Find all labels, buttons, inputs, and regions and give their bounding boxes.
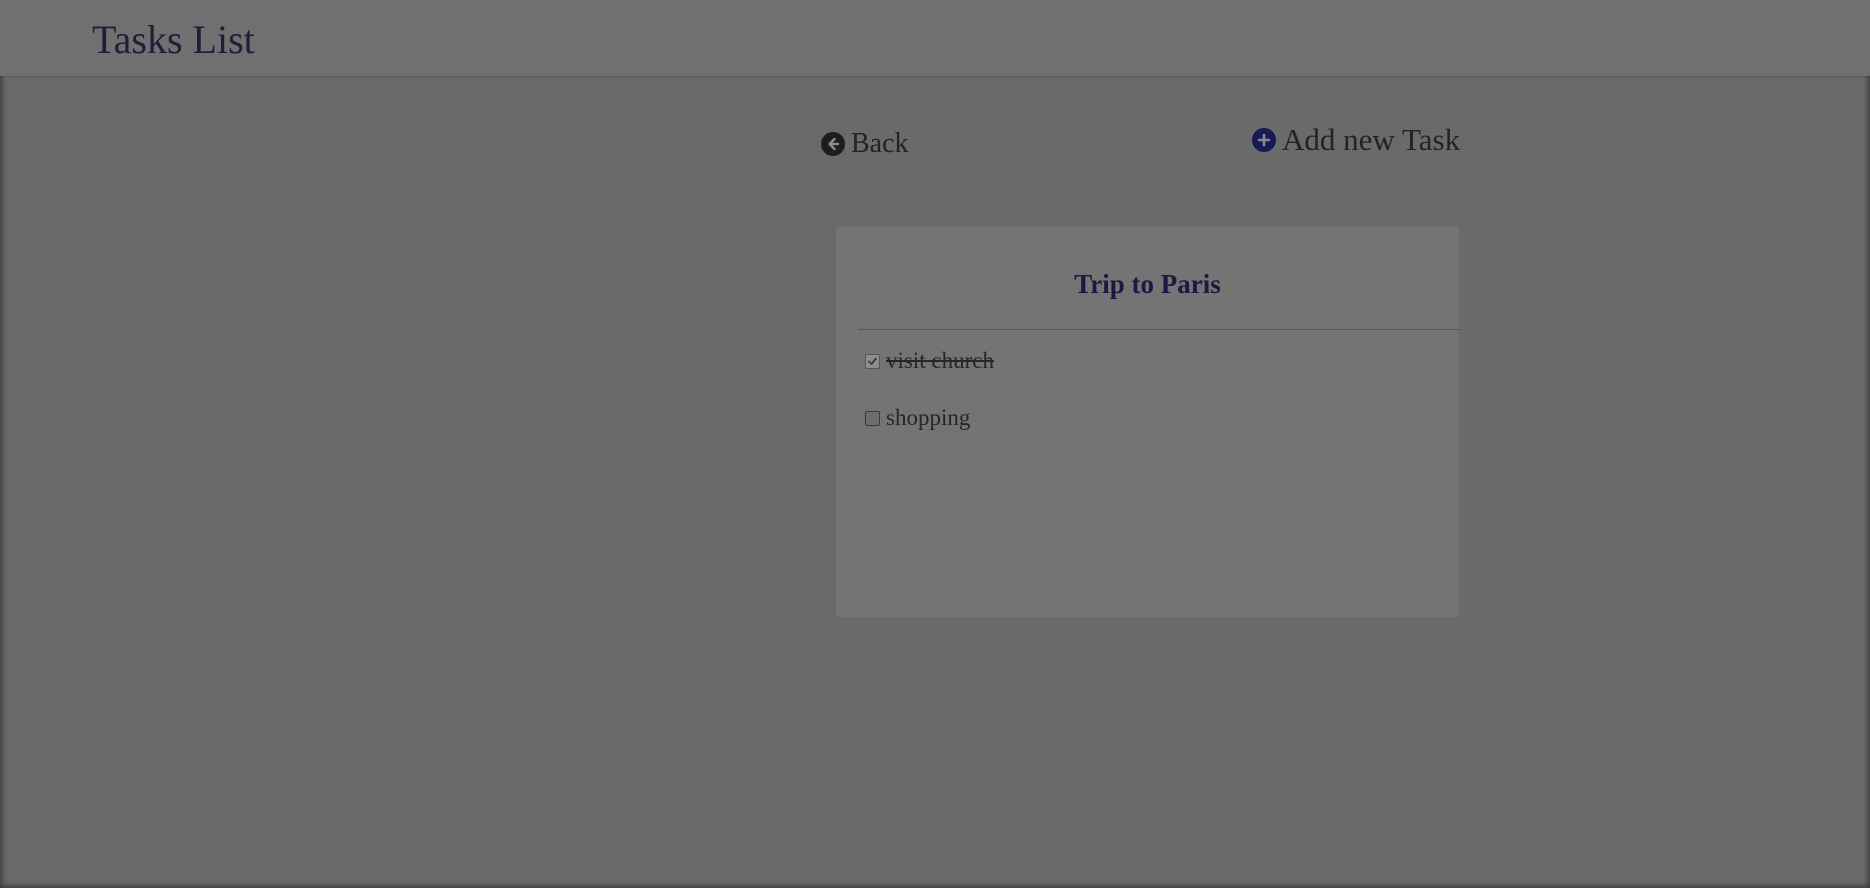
- app-window: Tasks List Back Add new Task Trip to Par…: [0, 0, 1870, 888]
- add-new-task-link[interactable]: Add new Task: [1252, 122, 1460, 158]
- check-icon: [868, 357, 877, 365]
- task-item: visit church: [865, 348, 994, 374]
- back-link[interactable]: Back: [821, 128, 909, 160]
- add-new-task-label: Add new Task: [1282, 122, 1461, 157]
- back-label: Back: [851, 128, 909, 159]
- card-title: Trip to Paris: [1074, 269, 1221, 299]
- card-divider: [858, 329, 1459, 330]
- task-checkbox[interactable]: [865, 410, 880, 426]
- arrow-left-circle-icon: [821, 132, 845, 156]
- task-label: visit church: [886, 348, 994, 373]
- plus-circle-icon: [1252, 128, 1276, 152]
- top-navbar: Tasks List: [0, 0, 1870, 76]
- task-label: shopping: [886, 405, 971, 430]
- task-item: shopping: [865, 405, 970, 431]
- app-title[interactable]: Tasks List: [92, 16, 255, 63]
- task-checkbox[interactable]: [865, 353, 880, 369]
- task-list-card: Trip to Paris visit church shopping: [836, 227, 1459, 617]
